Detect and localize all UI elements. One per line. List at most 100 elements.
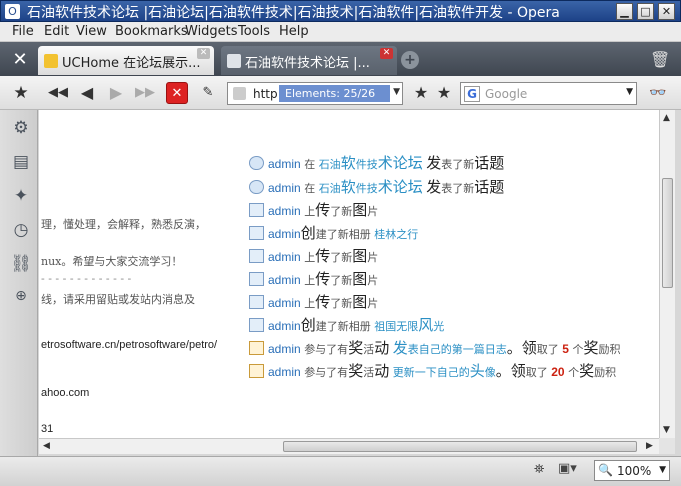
forum-link[interactable]: 术论坛 <box>378 178 423 196</box>
address-protocol: http <box>253 87 278 101</box>
user-link[interactable]: admin <box>268 273 301 287</box>
menu-widgets[interactable]: Widgets <box>185 24 238 39</box>
chat-icon[interactable]: ▤ <box>10 152 32 174</box>
text: 图 <box>352 270 368 288</box>
text: 个 <box>572 343 584 356</box>
user-link[interactable]: admin <box>268 227 301 241</box>
chevron-down-icon[interactable]: ▼ <box>393 87 400 97</box>
task-link[interactable]: 表自己的第一篇日志 <box>408 343 507 356</box>
user-link[interactable]: admin <box>268 342 301 356</box>
menu-file[interactable]: File <box>12 24 34 39</box>
search-input[interactable]: G Google ▼ <box>460 82 637 105</box>
rewind-icon[interactable]: ◀◀ <box>47 82 69 104</box>
menu-view[interactable]: View <box>76 24 107 39</box>
profile-fragment: nux。希望与大家交流学习！ <box>41 255 183 268</box>
activity-item: admin 上传了新图片 <box>249 268 378 288</box>
scroll-thumb[interactable] <box>283 441 637 452</box>
divider-line: - - - - - - - - - - - - - <box>41 272 132 285</box>
tab-close-icon[interactable]: ✕ <box>197 48 210 59</box>
bookmark-star-icon[interactable]: ★ <box>10 82 32 104</box>
tools-icon[interactable]: ✕ <box>8 49 32 71</box>
forum-link[interactable]: 件技 <box>356 182 378 195</box>
text: 参与了有 <box>304 366 349 379</box>
image-toggle-icon[interactable]: ▣▾ <box>558 461 577 476</box>
user-link[interactable]: admin <box>268 204 301 218</box>
forum-link[interactable]: 软 <box>341 154 356 172</box>
new-tab-icon[interactable]: + <box>401 51 419 69</box>
activity-item: admin 参与了有奖活动 发表自己的第一篇日志。领取了 5 个奖励积 <box>249 337 620 357</box>
forum-link[interactable]: 石油 <box>319 158 341 171</box>
forum-link[interactable]: 软 <box>341 178 356 196</box>
user-link[interactable]: admin <box>268 157 301 171</box>
menu-help[interactable]: Help <box>279 24 309 39</box>
scroll-down-icon[interactable]: ▼ <box>663 425 670 435</box>
photo-icon <box>249 249 264 263</box>
album-link[interactable]: 桂林之行 <box>374 228 418 241</box>
zoom-icon: 🔍 <box>598 463 613 477</box>
user-link[interactable]: admin <box>268 181 301 195</box>
forward-icon[interactable]: ▶ <box>105 82 127 104</box>
user-link[interactable]: admin <box>268 319 301 333</box>
photo-icon <box>249 272 264 286</box>
task-link[interactable]: 发 <box>393 339 408 357</box>
forum-link[interactable]: 石油 <box>319 182 341 195</box>
text: 图 <box>352 201 368 219</box>
horizontal-scrollbar[interactable]: ◀ ▶ <box>39 438 659 454</box>
vertical-scrollbar[interactable]: ▲ ▼ <box>659 110 675 438</box>
text: 了新 <box>330 251 353 264</box>
opera-app-icon[interactable]: O <box>5 4 20 19</box>
text: 上 <box>304 205 316 218</box>
feed-icon[interactable]: ✦ <box>10 186 32 208</box>
profile-url[interactable]: etrosoftware.cn/petrosoftware/petro/ <box>41 339 217 351</box>
album-link[interactable]: 风 <box>418 316 433 334</box>
album-link[interactable]: 祖国无限 <box>374 320 418 333</box>
menu-edit[interactable]: Edit <box>44 24 69 39</box>
bookmarks-icon[interactable]: ★ <box>433 82 455 104</box>
address-field[interactable]: http Elements: 25/26 ▼ <box>227 82 403 105</box>
task-link[interactable]: 头 <box>470 362 485 380</box>
text: 奖 <box>579 362 595 380</box>
tab-forum[interactable]: 石油软件技术论坛 |... ✕ <box>221 46 397 75</box>
task-link[interactable]: 像 <box>485 366 496 379</box>
turbo-icon[interactable]: ⛯ <box>534 462 544 477</box>
activity-item: admin 在 石油软件技术论坛 发表了新话题 <box>249 152 504 172</box>
scroll-right-icon[interactable]: ▶ <box>646 441 653 451</box>
task-link[interactable]: 更新一下自己的 <box>393 366 470 379</box>
tab-close-icon[interactable]: ✕ <box>380 48 393 59</box>
talk-icon <box>249 180 264 194</box>
user-link[interactable]: admin <box>268 365 301 379</box>
scroll-up-icon[interactable]: ▲ <box>663 113 670 123</box>
maximize-icon[interactable]: □ <box>637 3 654 20</box>
chevron-down-icon[interactable]: ▼ <box>659 465 666 475</box>
reward-count: 5 <box>562 342 569 356</box>
scroll-left-icon[interactable]: ◀ <box>43 441 50 451</box>
trash-icon[interactable]: 🗑 <box>650 50 670 70</box>
stop-icon[interactable]: ✕ <box>166 82 188 104</box>
glasses-icon[interactable]: 👓 <box>645 82 671 104</box>
text: 上 <box>304 251 316 264</box>
wand-icon[interactable]: ✎ <box>197 82 219 104</box>
activity-item: admin 上传了新图片 <box>249 245 378 265</box>
history-clock-icon[interactable]: ◷ <box>10 220 32 242</box>
forum-link[interactable]: 术论坛 <box>378 154 423 172</box>
text: 励积 <box>598 343 621 356</box>
album-link[interactable]: 光 <box>433 320 444 333</box>
minimize-icon[interactable]: ▁ <box>616 3 633 20</box>
fast-forward-icon[interactable]: ▶▶ <box>134 82 156 104</box>
user-link[interactable]: admin <box>268 296 301 310</box>
add-bookmark-icon[interactable]: ★ <box>410 82 432 104</box>
menu-tools[interactable]: Tools <box>238 24 270 39</box>
forum-link[interactable]: 件技 <box>356 158 378 171</box>
text: 片 <box>367 297 379 310</box>
close-window-icon[interactable]: ✕ <box>658 3 675 20</box>
chevron-down-icon[interactable]: ▼ <box>626 87 633 97</box>
menu-bookmarks[interactable]: Bookmarks <box>115 24 188 39</box>
scroll-thumb[interactable] <box>662 178 673 288</box>
back-icon[interactable]: ◀ <box>76 82 98 104</box>
user-link[interactable]: admin <box>268 250 301 264</box>
tab-uchome[interactable]: UCHome 在论坛展示... ✕ <box>38 46 214 75</box>
settings-gear-icon[interactable]: ⚙ <box>10 118 32 140</box>
add-panel-icon[interactable]: ⊕ <box>10 288 32 310</box>
zoom-select[interactable]: 🔍 100% ▼ <box>594 460 670 481</box>
links-icon[interactable]: ⛓ <box>10 254 32 276</box>
